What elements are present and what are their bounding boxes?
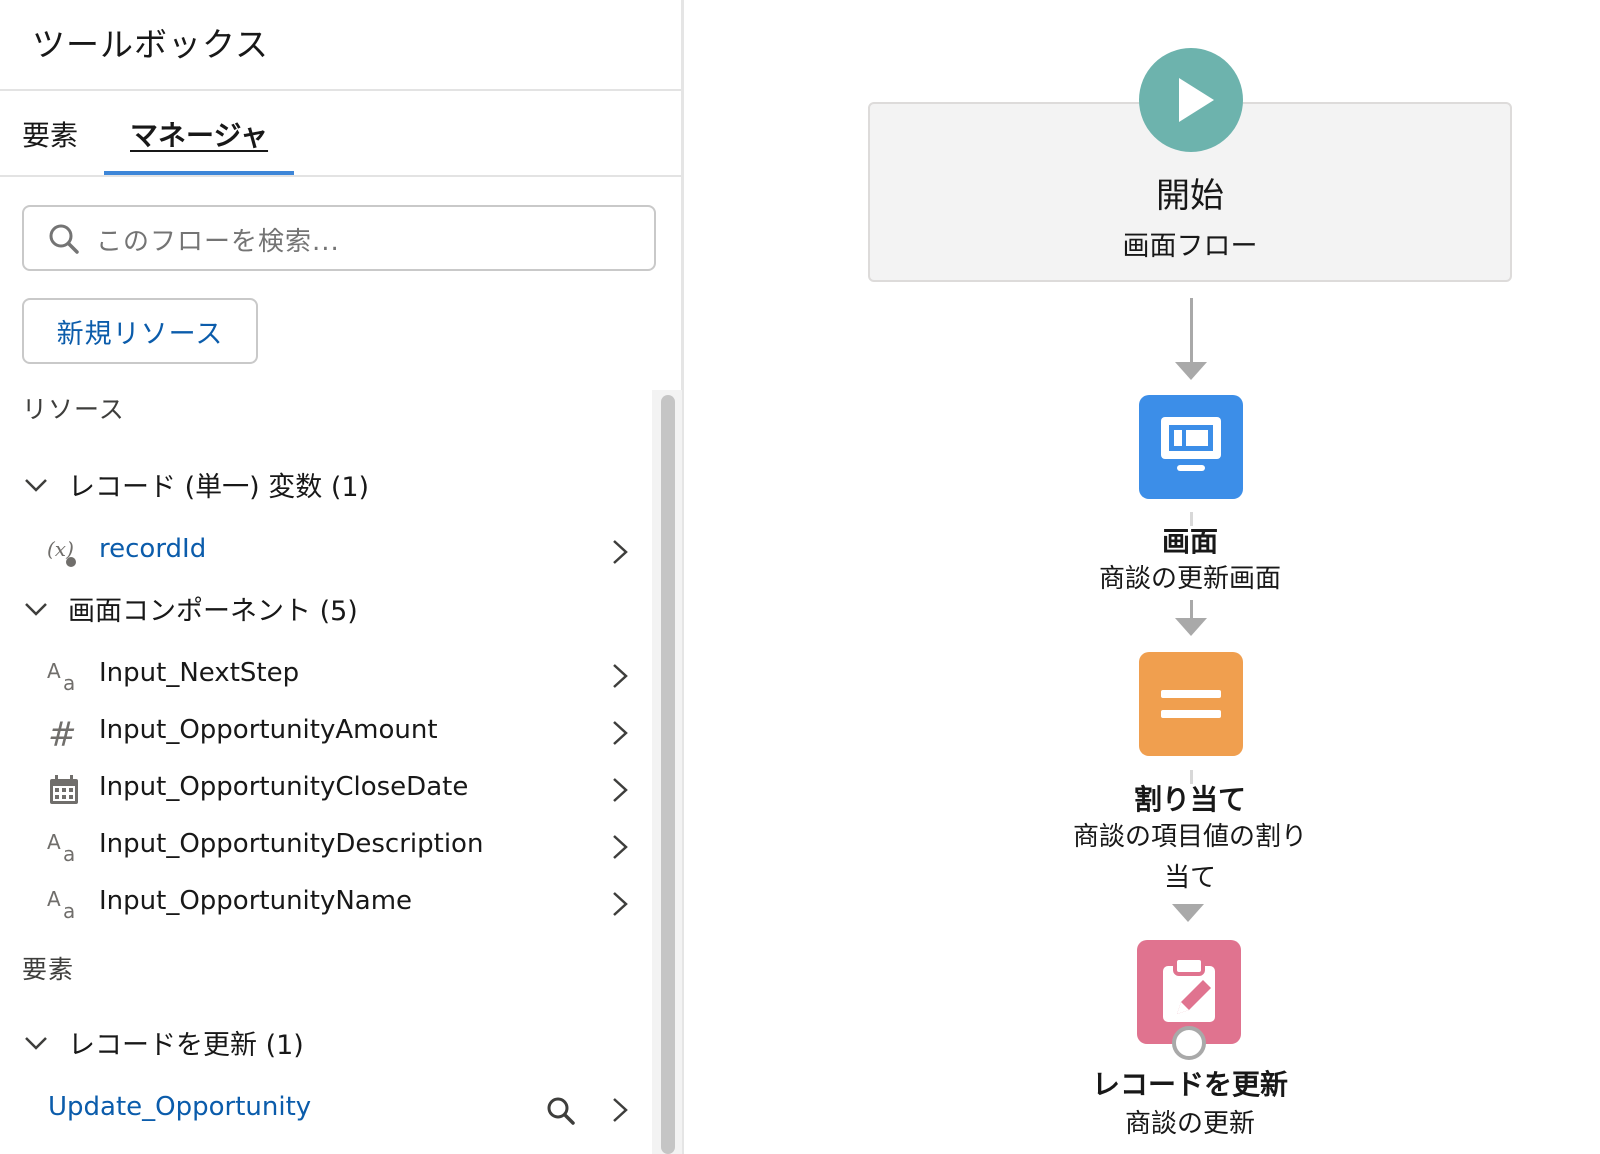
screen-node-label: 商談の更新画面 xyxy=(1098,564,1281,594)
chevron-right-icon[interactable] xyxy=(608,1096,632,1124)
connector-arrow xyxy=(1175,618,1207,636)
group-label: レコード (単一) 変数 (1) xyxy=(68,471,370,503)
connector-endpoint-icon[interactable] xyxy=(1170,1024,1208,1062)
text-icon: A a xyxy=(47,887,75,922)
update-records-node-type: レコードを更新 xyxy=(1091,1068,1288,1101)
tab-elements[interactable]: 要素 xyxy=(22,114,78,154)
start-title: 開始 xyxy=(1156,176,1224,216)
update-records-node-label: 商談の更新 xyxy=(1124,1109,1255,1139)
list-item-label: Update_Opportunity xyxy=(48,1092,312,1122)
chevron-right-icon[interactable] xyxy=(608,662,632,690)
list-item-label: Input_OpportunityAmount xyxy=(99,715,438,745)
list-item-label: Input_OpportunityCloseDate xyxy=(99,772,469,802)
toolbox-panel: ツールボックス 要素 マネージャ このフローを検索... 新規リソース リソース… xyxy=(0,0,684,1154)
chevron-right-icon[interactable] xyxy=(608,833,632,861)
svg-text:A: A xyxy=(47,830,61,854)
group-update-records[interactable]: レコードを更新 (1) xyxy=(22,1022,304,1062)
search-icon[interactable] xyxy=(546,1096,576,1126)
chevron-down-icon xyxy=(25,1037,47,1050)
number-icon: # xyxy=(48,715,77,751)
text-icon: A a xyxy=(47,830,75,865)
text-icon: A a xyxy=(47,659,75,694)
list-item[interactable]: A a Input_OpportunityName xyxy=(0,880,640,928)
screen-node[interactable] xyxy=(1139,395,1243,499)
chevron-right-icon[interactable] xyxy=(608,776,632,804)
connector xyxy=(1190,600,1193,618)
assignment-node-label: 商談の項目値の割り xyxy=(1072,822,1307,852)
svg-text:#: # xyxy=(48,715,77,751)
group-label: レコードを更新 (1) xyxy=(68,1029,304,1061)
list-item-label: Input_OpportunityDescription xyxy=(99,829,484,859)
scrollbar-thumb[interactable] xyxy=(661,395,675,1154)
assignment-node[interactable] xyxy=(1139,652,1243,756)
start-subtitle: 画面フロー xyxy=(1122,231,1258,262)
list-item[interactable]: Update_Opportunity xyxy=(0,1086,640,1134)
group-label: 画面コンポーネント (5) xyxy=(68,595,358,627)
chevron-down-icon xyxy=(25,479,47,492)
svg-text:a: a xyxy=(63,899,75,922)
tab-manager[interactable]: マネージャ xyxy=(130,114,268,154)
search-icon xyxy=(49,224,79,254)
list-item-label: recordId xyxy=(99,534,207,564)
elements-section-label: 要素 xyxy=(22,955,75,984)
group-screen-components[interactable]: 画面コンポーネント (5) xyxy=(22,588,358,628)
search-input[interactable]: このフローを検索... xyxy=(22,205,656,271)
assignment-node-type: 割り当て xyxy=(1133,783,1246,816)
start-icon[interactable] xyxy=(1139,48,1243,152)
toolbox-title: ツールボックス xyxy=(32,25,270,64)
divider xyxy=(0,89,681,91)
connector-arrow xyxy=(1175,362,1207,380)
list-item[interactable]: (x) recordId xyxy=(0,528,640,576)
svg-text:a: a xyxy=(63,671,75,694)
chevron-right-icon[interactable] xyxy=(608,719,632,747)
connector xyxy=(1190,298,1193,362)
chevron-right-icon[interactable] xyxy=(608,890,632,918)
assignment-icon xyxy=(1161,690,1221,718)
group-record-variables[interactable]: レコード (単一) 変数 (1) xyxy=(22,464,369,504)
chevron-right-icon[interactable] xyxy=(608,538,632,566)
connector-arrow xyxy=(1172,904,1204,922)
svg-text:A: A xyxy=(47,887,61,911)
chevron-down-icon xyxy=(25,603,47,616)
screen-node-type: 画面 xyxy=(1161,525,1218,558)
screen-icon xyxy=(1161,417,1221,471)
svg-text:A: A xyxy=(47,659,61,683)
svg-text:a: a xyxy=(63,842,75,865)
list-item[interactable]: Input_OpportunityCloseDate xyxy=(0,766,640,814)
record-variable-icon: (x) xyxy=(47,537,76,567)
list-item[interactable]: A a Input_OpportunityDescription xyxy=(0,823,640,871)
list-item[interactable]: A a Input_NextStep xyxy=(0,652,640,700)
resources-section-label: リソース xyxy=(22,395,125,424)
new-resource-button[interactable]: 新規リソース xyxy=(22,298,258,364)
search-placeholder: このフローを検索... xyxy=(96,227,340,257)
list-item-label: Input_OpportunityName xyxy=(99,886,413,916)
list-item-label: Input_NextStep xyxy=(99,658,300,688)
divider xyxy=(0,175,681,177)
list-item[interactable]: # Input_OpportunityAmount xyxy=(0,709,640,757)
assignment-node-label-cont: 当て xyxy=(1163,863,1216,893)
date-icon xyxy=(50,775,78,804)
